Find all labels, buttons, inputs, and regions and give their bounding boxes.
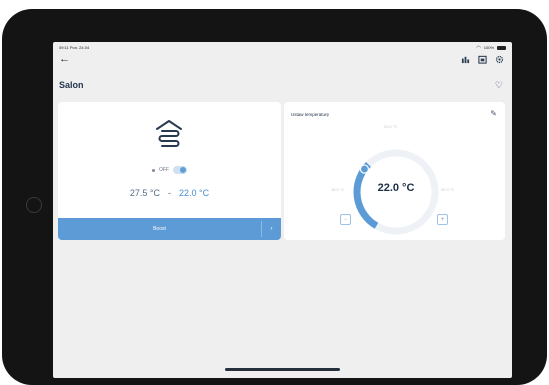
increase-button[interactable]: + [437,214,448,225]
heater-card: OFF 27.5 °C - 22.0 °C Boost › [58,102,281,240]
status-time: 09:11 Pon. 24.04 [59,45,90,50]
power-row: OFF [58,166,281,174]
top-bar: ← [53,52,512,68]
setpoint-title: Ustaw temperaturę [291,112,330,117]
wifi-icon: ◠ [476,44,481,51]
heart-icon[interactable]: ♡ [495,80,503,90]
temperature-row: 27.5 °C - 22.0 °C [58,188,281,198]
floor-heating-icon [156,120,182,147]
status-dot [152,168,155,172]
battery-icon [497,45,506,50]
status-right: ◠ 100% [476,45,506,50]
back-arrow-icon[interactable]: ← [59,53,70,65]
power-toggle[interactable] [173,166,187,174]
dial-progress-arc [353,161,379,229]
tablet-frame: 09:11 Pon. 24.04 ◠ 100% ← Salon ♡ OFF 27… [2,9,547,385]
camera [26,197,42,213]
boost-bar: Boost › [58,218,281,240]
boost-button[interactable]: Boost [58,218,261,240]
power-state-label: OFF [159,167,169,173]
temperature-separator: - [168,188,171,198]
dial-min-label: 16.0 °C [331,187,345,192]
set-temperature: 22.0 °C [179,188,210,198]
home-indicator [225,368,340,371]
dial-value: 22.0 °C [377,182,415,194]
edit-icon[interactable]: ✎ [490,110,497,118]
setpoint-card: Ustaw temperaturę ✎ 23.0 °C 16.0 °C 30.0… [284,102,505,240]
screen: 09:11 Pon. 24.04 ◠ 100% ← Salon ♡ OFF 27… [53,42,512,378]
page-title: Salon [59,80,84,90]
decrease-button[interactable]: - [340,214,351,225]
boost-options-button[interactable]: › [262,218,281,240]
battery-percent: 100% [483,45,494,50]
toggle-knob [180,167,186,173]
gear-icon[interactable] [495,55,504,64]
dial-handle[interactable] [359,164,370,174]
chart-icon[interactable] [461,55,470,64]
calendar-icon[interactable] [478,55,487,64]
dial-top-label: 23.0 °C [384,124,398,129]
current-temperature: 27.5 °C [129,188,160,198]
top-actions [461,55,504,64]
